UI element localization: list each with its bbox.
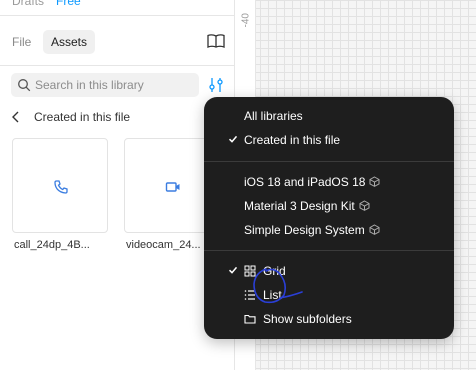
menu-item-label: All libraries [244,109,303,123]
annotation-scribble [253,268,303,304]
menu-divider [204,250,454,251]
free-link[interactable]: Free [56,0,81,8]
menu-item-grid[interactable]: Grid [204,260,454,282]
checkmark-icon [228,266,238,274]
videocam-icon [165,182,180,192]
book-icon[interactable] [207,33,225,49]
menu-item-label: Simple Design System [244,223,365,237]
folder-icon [244,314,256,324]
top-breadcrumb: Drafts Free [0,0,235,16]
asset-label: videocam_24... [126,239,201,251]
menu-item-show-subfolders[interactable]: Show subfolders [204,308,454,330]
ruler-label: -40 [240,13,252,28]
menu-item-label: Show subfolders [263,312,352,326]
search-icon [18,79,31,92]
menu-item-library[interactable]: Simple Design System [204,219,454,241]
tab-file[interactable]: File [4,30,39,54]
search-input[interactable] [35,73,195,97]
menu-item-library[interactable]: Material 3 Design Kit [204,195,454,217]
menu-item-created-in-this-file[interactable]: Created in this file [204,129,454,151]
asset-label: call_24dp_4B... [14,239,90,251]
breadcrumb[interactable]: Created in this file [0,106,235,128]
library-icon [359,200,370,211]
library-filter-icon[interactable] [206,75,226,95]
phone-icon [54,180,68,194]
menu-item-all-libraries[interactable]: All libraries [204,105,454,127]
drafts-link[interactable]: Drafts [12,0,44,8]
menu-item-library[interactable]: iOS 18 and iPadOS 18 [204,171,454,193]
assets-panel: Drafts Free File Assets Created in this … [0,0,235,370]
menu-item-list[interactable]: List [204,284,454,306]
asset-tile[interactable] [12,138,108,233]
breadcrumb-label: Created in this file [34,110,131,124]
menu-divider [204,161,454,162]
checkmark-icon [228,135,238,143]
menu-item-label: Material 3 Design Kit [244,199,355,213]
tab-assets[interactable]: Assets [43,30,96,54]
menu-item-label: Created in this file [244,133,341,147]
library-options-menu: All libraries Created in this file iOS 1… [204,97,454,339]
library-icon [369,224,380,235]
menu-item-label: iOS 18 and iPadOS 18 [244,175,366,189]
chevron-left-icon[interactable] [10,110,22,124]
search-field[interactable] [11,73,199,97]
library-icon [369,176,380,187]
panel-tabs: File Assets [0,16,235,66]
